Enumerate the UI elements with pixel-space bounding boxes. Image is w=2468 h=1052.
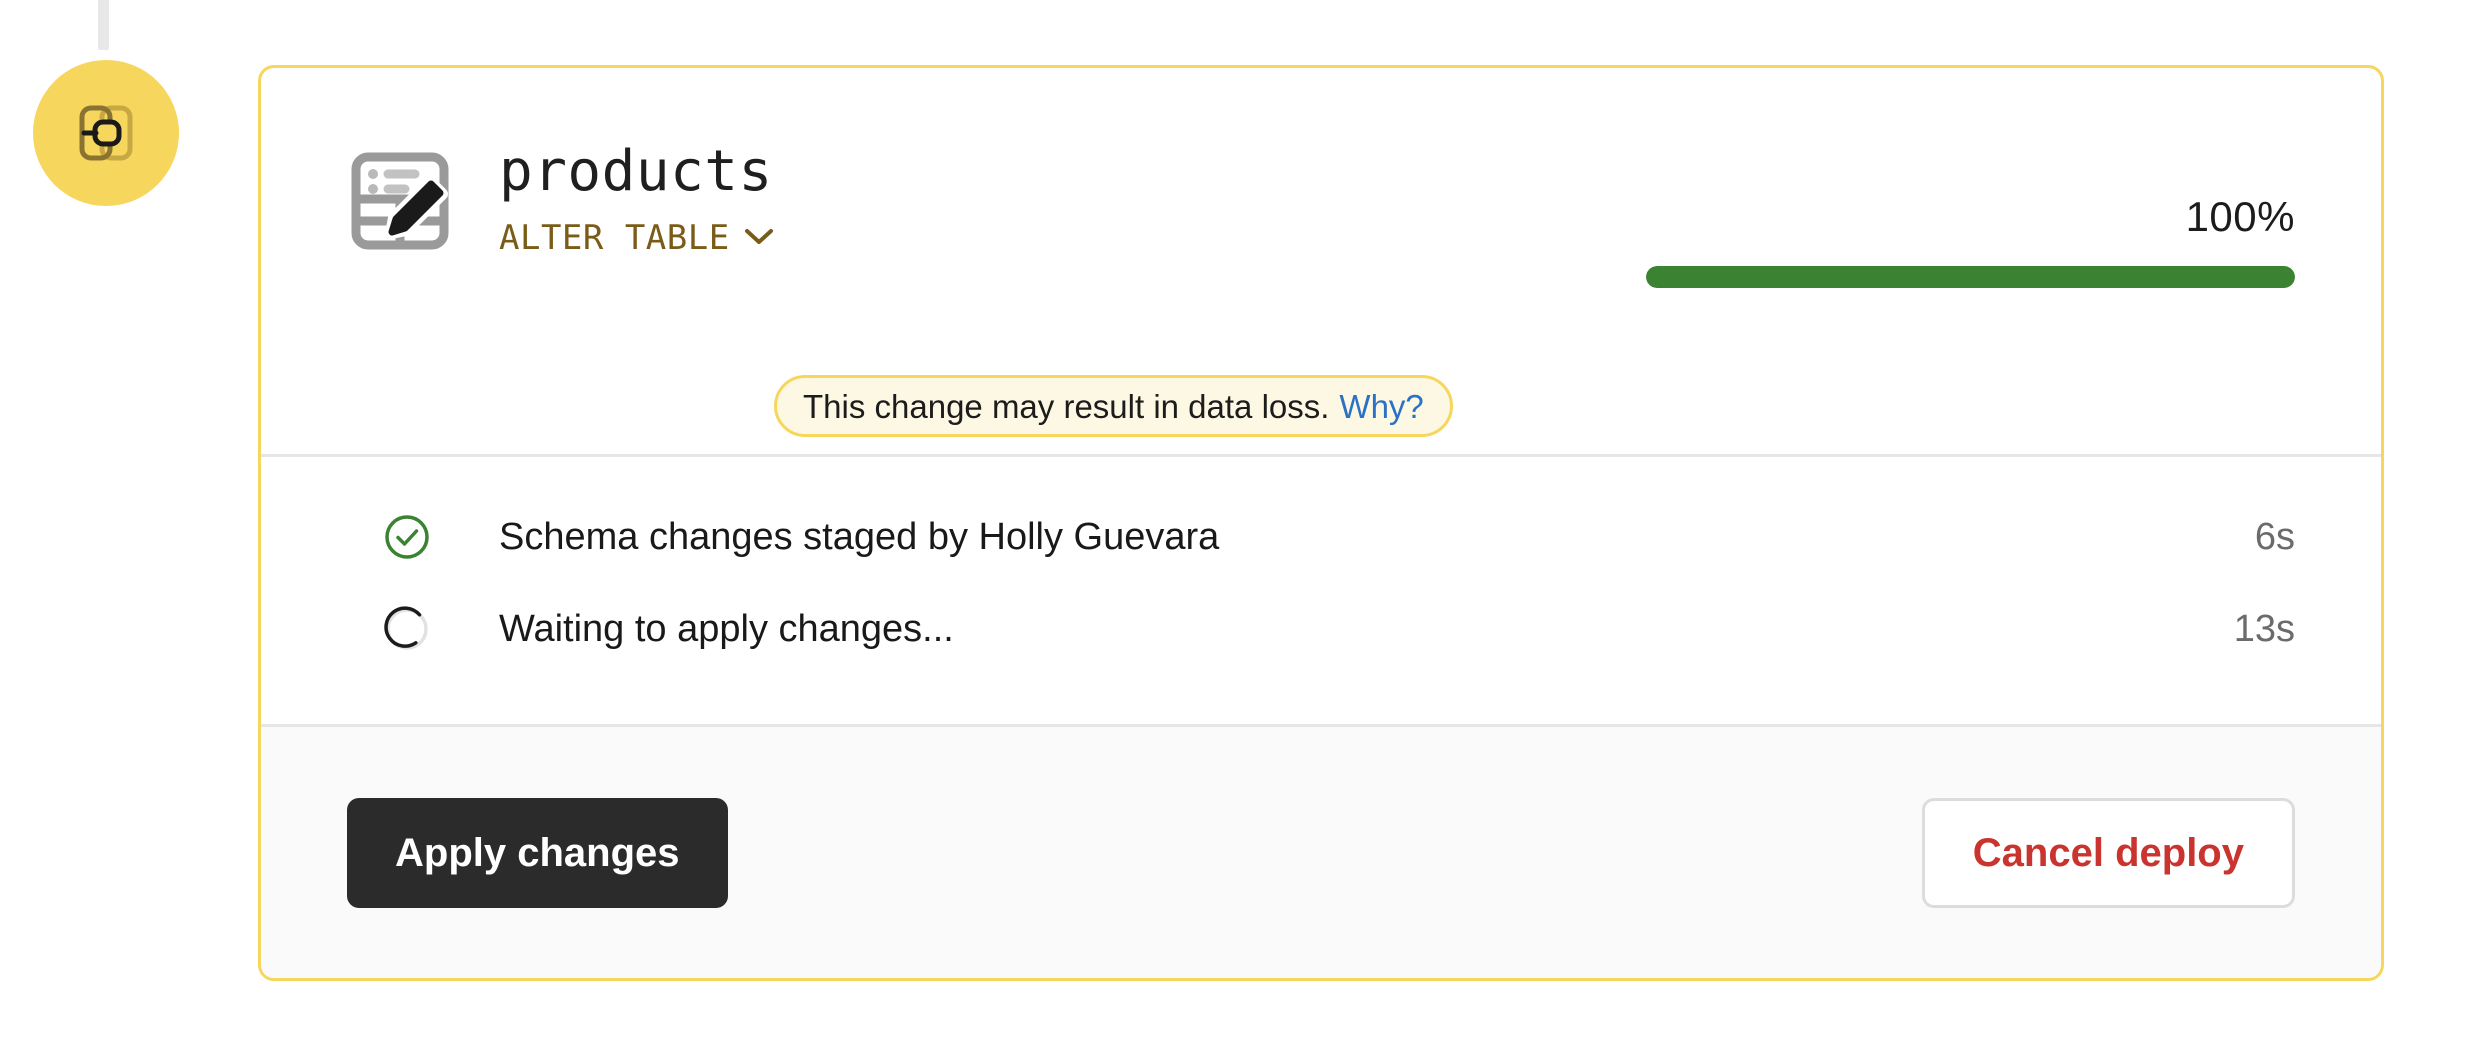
step-label: Waiting to apply changes... <box>499 608 954 650</box>
object-name: products <box>499 139 773 204</box>
progress-percent-label: 100% <box>2185 193 2295 240</box>
apply-changes-button[interactable]: Apply changes <box>347 797 728 908</box>
object-titles: products ALTER TABLE <box>499 139 774 258</box>
spinner-icon <box>383 605 431 653</box>
progress-fill <box>1646 266 2295 288</box>
deploy-progress: 100% <box>1646 196 2295 288</box>
operation-label: ALTER TABLE <box>499 217 730 258</box>
progress-track <box>1646 266 2295 288</box>
schema-diff-icon <box>69 96 143 170</box>
step-duration: 13s <box>2233 608 2295 650</box>
cancel-deploy-button[interactable]: Cancel deploy <box>1921 797 2295 908</box>
card-header: products ALTER TABLE This change may res… <box>261 68 2381 457</box>
object-summary: products ALTER TABLE <box>347 139 774 258</box>
deploy-steps-list: Schema changes staged by Holly Guevara 6… <box>261 457 2381 727</box>
data-loss-why-link[interactable]: Why? <box>1339 390 1423 423</box>
list-item: Waiting to apply changes... 13s <box>347 583 2295 675</box>
check-circle-icon <box>383 513 431 561</box>
deploy-card: products ALTER TABLE This change may res… <box>258 65 2384 981</box>
timeline-connector-line <box>98 0 109 50</box>
deploy-status-screen: products ALTER TABLE This change may res… <box>0 0 2468 1052</box>
data-loss-warning-badge: This change may result in data loss. Why… <box>774 375 1453 437</box>
chevron-down-icon <box>744 228 774 251</box>
data-loss-warning-text: This change may result in data loss. <box>803 387 1330 425</box>
table-edit-icon <box>347 148 453 254</box>
operation-toggle[interactable]: ALTER TABLE <box>499 218 774 258</box>
list-item: Schema changes staged by Holly Guevara 6… <box>347 491 2295 583</box>
step-label: Schema changes staged by Holly Guevara <box>499 516 1220 558</box>
step-duration: 6s <box>2254 516 2295 558</box>
card-footer: Apply changes Cancel deploy <box>261 727 2381 978</box>
deploy-status-avatar <box>33 60 179 206</box>
